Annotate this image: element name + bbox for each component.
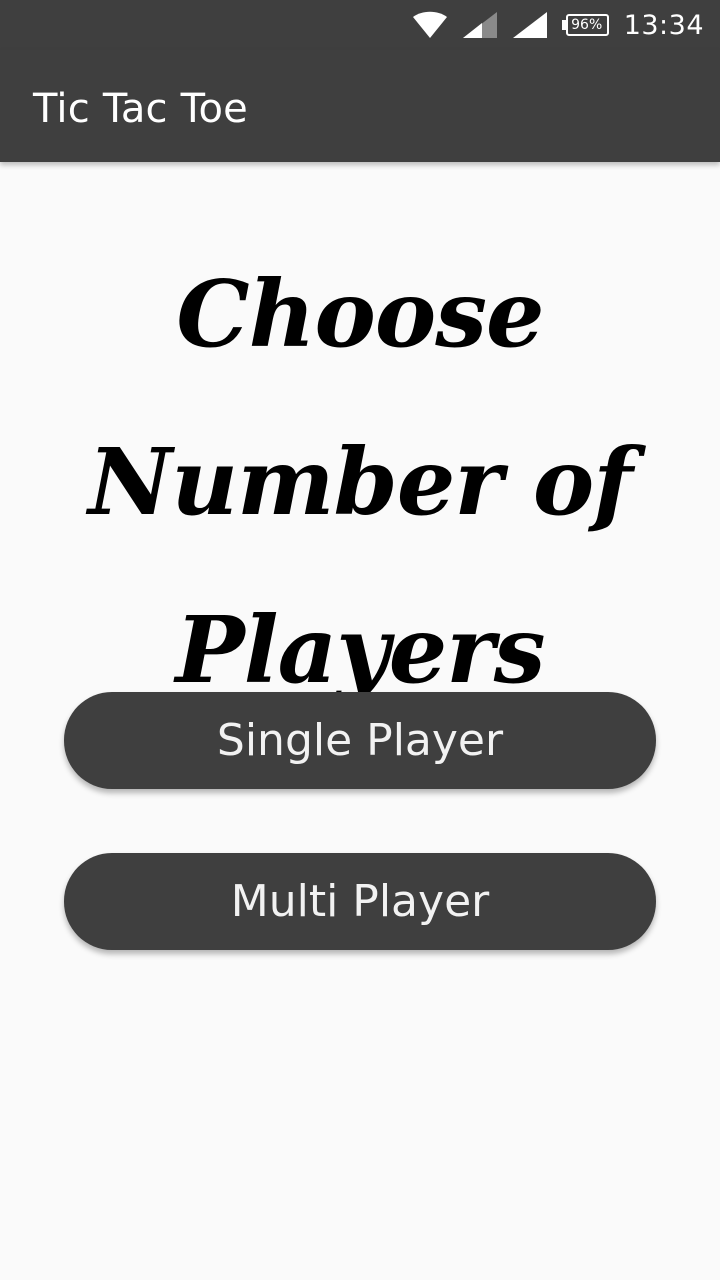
battery-icon: 96% (561, 14, 610, 36)
wifi-icon (412, 11, 448, 39)
battery-level: 96% (571, 17, 603, 33)
cell-signal-icon (462, 11, 498, 39)
app-bar: Tic Tac Toe (0, 50, 720, 162)
multi-player-button[interactable]: Multi Player (64, 853, 656, 950)
status-bar: 96% 13:34 (0, 0, 720, 50)
page-heading: Choose Number of Players (88, 260, 633, 704)
single-player-button[interactable]: Single Player (64, 692, 656, 789)
clock: 13:34 (623, 9, 704, 41)
cell-signal-icon (512, 11, 548, 39)
status-icons: 96% 13:34 (412, 0, 704, 50)
app-title: Tic Tac Toe (33, 86, 248, 132)
